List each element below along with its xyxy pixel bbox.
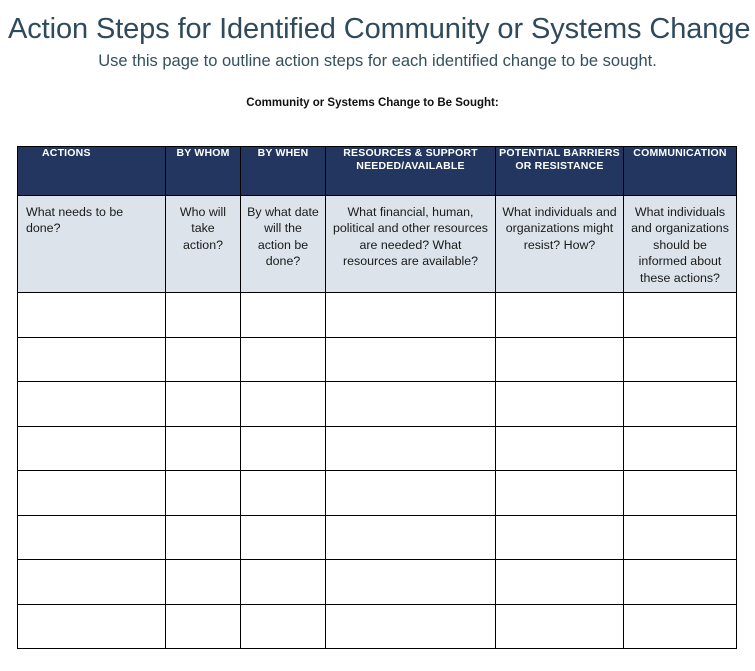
table-cell-entry[interactable] xyxy=(165,425,241,471)
table-cell-entry[interactable] xyxy=(17,514,166,560)
table-cell-entry[interactable] xyxy=(623,292,737,338)
table-cell-entry[interactable] xyxy=(165,559,241,605)
column-header-potential-barriers: POTENTIAL BARRIERS OR RESISTANCE xyxy=(495,146,624,196)
table-row[interactable] xyxy=(17,470,737,516)
table-row[interactable] xyxy=(17,603,737,649)
description-cell-communication: What individuals and organizations shoul… xyxy=(623,195,737,293)
table-header: ACTIONS BY WHOM BY WHEN RESOURCES & SUPP… xyxy=(17,146,737,196)
description-cell-by-whom: Who will take action? xyxy=(165,195,241,293)
description-cell-by-when: By what date will the action be done? xyxy=(240,195,326,293)
table-cell-entry[interactable] xyxy=(623,425,737,471)
description-cell-actions: What needs to be done? xyxy=(17,195,166,293)
table-cell-entry[interactable] xyxy=(165,514,241,560)
table-row[interactable] xyxy=(17,336,737,382)
table-cell-entry[interactable] xyxy=(495,425,624,471)
community-change-label: Community or Systems Change to Be Sought… xyxy=(246,97,499,110)
table-cell-entry[interactable] xyxy=(495,336,624,382)
table-cell-entry[interactable] xyxy=(325,292,496,338)
table-cell-entry[interactable] xyxy=(165,292,241,338)
table-cell-entry[interactable] xyxy=(240,559,326,605)
column-header-by-when: BY WHEN xyxy=(240,146,326,196)
table-row[interactable] xyxy=(17,559,737,605)
table-cell-entry[interactable] xyxy=(17,559,166,605)
table-cell-entry[interactable] xyxy=(495,559,624,605)
table-row[interactable] xyxy=(17,381,737,427)
table-cell-entry[interactable] xyxy=(325,336,496,382)
table-cell-entry[interactable] xyxy=(240,425,326,471)
table-cell-entry[interactable] xyxy=(240,514,326,560)
table-cell-entry[interactable] xyxy=(325,425,496,471)
table-cell-entry[interactable] xyxy=(17,292,166,338)
table-row[interactable] xyxy=(17,292,737,338)
table-cell-entry[interactable] xyxy=(623,381,737,427)
table-cell-entry[interactable] xyxy=(17,470,166,516)
table-cell-entry[interactable] xyxy=(495,470,624,516)
table-cell-entry[interactable] xyxy=(165,603,241,649)
table-cell-entry[interactable] xyxy=(623,603,737,649)
action-steps-table-container: ACTIONS BY WHOM BY WHEN RESOURCES & SUPP… xyxy=(17,146,737,649)
table-cell-entry[interactable] xyxy=(325,381,496,427)
table-cell-entry[interactable] xyxy=(623,470,737,516)
table-cell-entry[interactable] xyxy=(240,470,326,516)
worksheet-page: Action Steps for Identified Community or… xyxy=(0,0,755,671)
column-header-actions: ACTIONS xyxy=(17,146,166,196)
table-cell-entry[interactable] xyxy=(17,336,166,382)
table-cell-entry[interactable] xyxy=(165,470,241,516)
table-body: What needs to be done? Who will take act… xyxy=(17,195,737,649)
description-cell-resources-support: What financial, human, political and oth… xyxy=(325,195,496,293)
description-cell-potential-barriers: What individuals and organizations might… xyxy=(495,195,624,293)
table-cell-entry[interactable] xyxy=(495,381,624,427)
table-cell-entry[interactable] xyxy=(325,603,496,649)
table-cell-entry[interactable] xyxy=(325,514,496,560)
table-cell-entry[interactable] xyxy=(623,514,737,560)
column-header-communication: COMMUNICATION xyxy=(623,146,737,196)
table-cell-entry[interactable] xyxy=(495,292,624,338)
page-subtitle: Use this page to outline action steps fo… xyxy=(98,52,657,71)
table-cell-entry[interactable] xyxy=(165,336,241,382)
table-cell-entry[interactable] xyxy=(17,425,166,471)
page-title: Action Steps for Identified Community or… xyxy=(8,13,751,45)
table-cell-entry[interactable] xyxy=(240,381,326,427)
column-header-by-whom: BY WHOM xyxy=(165,146,241,196)
table-description-row: What needs to be done? Who will take act… xyxy=(17,195,737,293)
table-row[interactable] xyxy=(17,425,737,471)
table-cell-entry[interactable] xyxy=(623,559,737,605)
table-cell-entry[interactable] xyxy=(240,603,326,649)
table-cell-entry[interactable] xyxy=(325,470,496,516)
table-cell-entry[interactable] xyxy=(17,381,166,427)
table-cell-entry[interactable] xyxy=(623,336,737,382)
table-cell-entry[interactable] xyxy=(240,336,326,382)
table-header-row: ACTIONS BY WHOM BY WHEN RESOURCES & SUPP… xyxy=(17,146,737,196)
table-cell-entry[interactable] xyxy=(240,292,326,338)
table-row[interactable] xyxy=(17,514,737,560)
column-header-resources-support: RESOURCES & SUPPORT NEEDED/AVAILABLE xyxy=(325,146,496,196)
table-cell-entry[interactable] xyxy=(165,381,241,427)
action-steps-table: ACTIONS BY WHOM BY WHEN RESOURCES & SUPP… xyxy=(17,146,737,649)
table-cell-entry[interactable] xyxy=(325,559,496,605)
table-cell-entry[interactable] xyxy=(495,514,624,560)
table-cell-entry[interactable] xyxy=(17,603,166,649)
table-cell-entry[interactable] xyxy=(495,603,624,649)
